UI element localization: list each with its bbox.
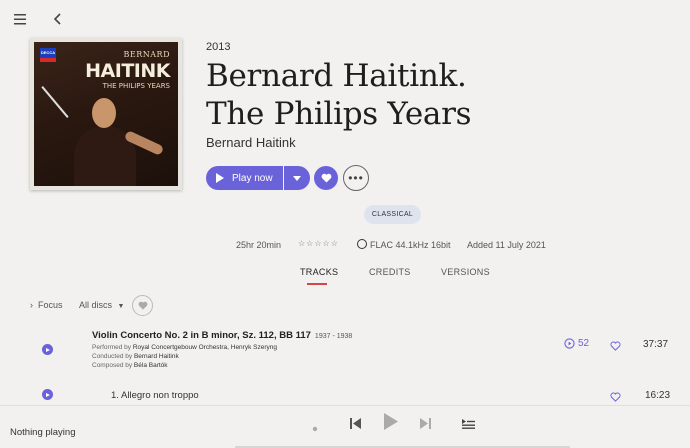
ellipsis-icon: ••• [348,171,364,185]
heart-icon [138,301,147,310]
album-artist[interactable]: Bernard Haitink [206,135,296,150]
player-bar: Nothing playing [0,405,690,448]
dropdown-caret-icon: ▼ [117,303,125,310]
play-track-button[interactable] [42,389,53,400]
queue-icon[interactable] [462,416,475,434]
active-tab-indicator [307,283,327,285]
work-composer: Composed by Béla Bartók [92,362,168,369]
chevron-right-icon: › [30,300,33,310]
work-favorite-icon[interactable] [610,338,621,356]
hamburger-menu-icon[interactable] [14,12,26,30]
play-now-button[interactable]: Play now [206,166,283,190]
play-icon [46,347,50,352]
album-cover: DECCA BERNARD HAITINK THE PHILIPS YEARS [30,38,182,190]
work-performers: Performed by Royal Concertgebouw Orchest… [92,344,277,351]
album-title: Bernard Haitink. The Philips Years [206,58,472,132]
all-discs-dropdown[interactable]: All discs ▼ [79,300,124,310]
heart-icon [321,173,331,183]
genre-tag[interactable]: CLASSICAL [364,205,421,224]
play-icon[interactable] [384,413,398,435]
play-work-button[interactable] [42,344,53,355]
play-options-dropdown[interactable] [284,166,310,190]
favorite-button[interactable] [314,166,338,190]
cover-baton [41,86,69,118]
cover-figure-head [92,98,116,128]
play-icon [46,392,50,397]
shuffle-dot-icon[interactable] [312,419,318,437]
previous-track-icon[interactable] [350,416,361,434]
now-playing-status: Nothing playing [10,427,76,438]
rating-stars[interactable]: ☆☆☆☆☆ [298,239,339,248]
filter-favorite-button[interactable] [132,295,153,316]
label-logo: DECCA [40,48,56,62]
date-added: Added 11 July 2021 [467,240,546,250]
chevron-down-icon [293,175,301,181]
more-options-button[interactable]: ••• [343,165,369,191]
focus-toggle[interactable]: › Focus [30,300,63,310]
track-duration: 16:23 [645,390,671,401]
track-count[interactable]: 52 [564,338,589,349]
work-title[interactable]: Violin Concerto No. 2 in B minor, Sz. 11… [92,330,352,341]
album-year: 2013 [206,41,231,53]
cover-artist-last: HAITINK [85,60,170,82]
cover-artist-first: BERNARD [123,50,170,59]
play-icon [216,173,224,183]
audio-quality: FLAC 44.1kHz 16bit [370,240,451,250]
back-arrow-icon[interactable] [53,12,62,30]
tab-credits[interactable]: CREDITS [369,267,411,277]
quality-icon [357,239,367,249]
tab-versions[interactable]: VERSIONS [441,267,490,277]
cover-subtitle: THE PHILIPS YEARS [102,82,170,90]
next-track-icon[interactable] [420,416,431,434]
work-conductor: Conducted by Bernard Haitink [92,353,179,360]
play-circle-icon [564,338,575,349]
tab-tracks[interactable]: TRACKS [300,267,338,277]
album-duration: 25hr 20min [236,240,282,250]
work-duration: 37:37 [643,339,669,350]
track-title[interactable]: 1. Allegro non troppo [111,390,199,401]
